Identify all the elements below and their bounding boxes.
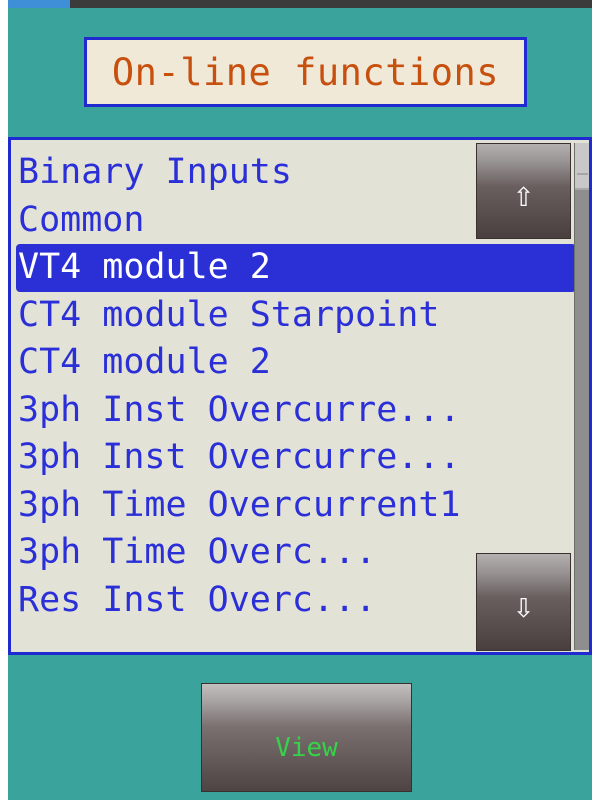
view-button-label: View [275, 732, 338, 763]
scrollbar[interactable] [574, 143, 589, 650]
scrollbar-thumb[interactable] [575, 143, 589, 190]
list-item-3ph-inst-overcurrent-b[interactable]: 3ph Inst Overcurre... [16, 434, 576, 482]
list-item-ct4-module-2[interactable]: CT4 module 2 [16, 339, 576, 387]
arrow-down-icon: ⇩ [512, 594, 535, 624]
device-screen: On-line functions Binary Inputs Common V… [0, 0, 598, 800]
page-title: On-line functions [111, 50, 500, 94]
scroll-up-button[interactable]: ⇧ [476, 143, 571, 239]
title-box: On-line functions [84, 37, 527, 107]
view-button[interactable]: View [201, 683, 412, 792]
screen-right-edge [592, 0, 598, 800]
function-list-panel: Binary Inputs Common VT4 module 2 CT4 mo… [8, 137, 592, 655]
list-item-3ph-inst-overcurrent-a[interactable]: 3ph Inst Overcurre... [16, 387, 576, 435]
arrow-up-icon: ⇧ [512, 183, 535, 213]
scroll-down-button[interactable]: ⇩ [476, 553, 571, 651]
screen-left-edge [0, 0, 8, 800]
top-status-bar [8, 0, 592, 8]
top-bar-accent [8, 0, 70, 8]
list-item-vt4-module-2[interactable]: VT4 module 2 [16, 244, 576, 292]
list-item-3ph-time-overcurrent1[interactable]: 3ph Time Overcurrent1 [16, 482, 576, 530]
list-item-ct4-module-starpoint[interactable]: CT4 module Starpoint [16, 292, 576, 340]
